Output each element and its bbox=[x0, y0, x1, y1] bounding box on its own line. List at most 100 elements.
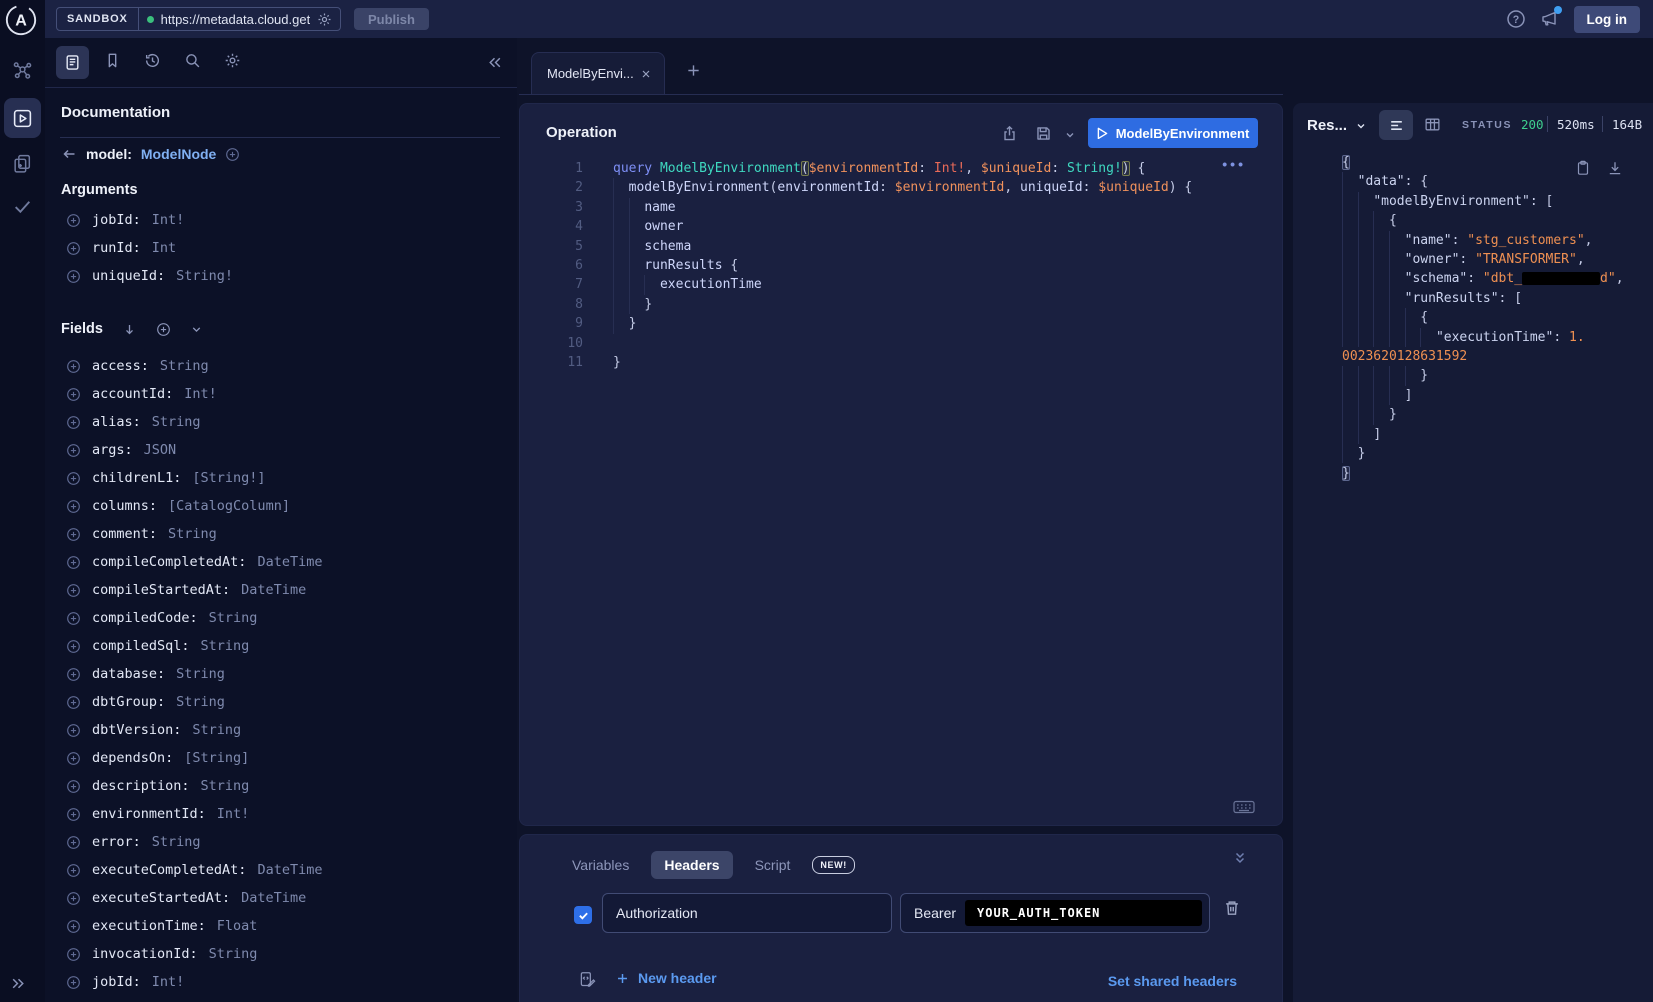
save-dropdown-chevron-icon[interactable] bbox=[1064, 129, 1076, 141]
sidebar-item-explorer[interactable] bbox=[4, 98, 41, 138]
add-field-icon[interactable] bbox=[66, 499, 81, 514]
add-field-icon[interactable] bbox=[66, 555, 81, 570]
add-field-icon[interactable] bbox=[66, 611, 81, 626]
collections-icon[interactable] bbox=[12, 153, 33, 174]
table-view-icon[interactable] bbox=[1424, 116, 1441, 133]
tab-variables[interactable]: Variables bbox=[572, 857, 629, 873]
expand-panel-icon[interactable] bbox=[10, 975, 27, 992]
help-icon[interactable]: ? bbox=[1506, 9, 1526, 29]
add-field-icon[interactable] bbox=[66, 471, 81, 486]
collapse-bottom-chevrons-icon[interactable] bbox=[1232, 850, 1248, 866]
add-field-icon[interactable] bbox=[66, 835, 81, 850]
publish-button[interactable]: Publish bbox=[354, 8, 429, 30]
argument-row[interactable]: jobId:Int! bbox=[45, 206, 517, 234]
field-row[interactable]: dbtVersion:String bbox=[45, 716, 517, 744]
endpoint-group[interactable]: SANDBOX https://metadata.cloud.get bbox=[56, 7, 341, 31]
tab-docs[interactable] bbox=[56, 46, 89, 79]
add-field-icon[interactable] bbox=[66, 583, 81, 598]
graph-icon[interactable] bbox=[12, 60, 33, 81]
keyboard-shortcuts-icon[interactable] bbox=[1233, 799, 1255, 815]
pretty-view-toggle[interactable] bbox=[1379, 110, 1413, 140]
search-icon[interactable] bbox=[184, 52, 201, 69]
tab-script[interactable]: Script bbox=[755, 857, 791, 873]
add-field-icon[interactable] bbox=[66, 527, 81, 542]
edit-json-icon[interactable] bbox=[579, 971, 596, 988]
add-field-icon[interactable] bbox=[66, 723, 81, 738]
login-button[interactable]: Log in bbox=[1574, 6, 1641, 33]
field-row[interactable]: executionTime:Float bbox=[45, 912, 517, 940]
argument-row[interactable]: runId:Int bbox=[45, 234, 517, 262]
bookmark-icon[interactable] bbox=[104, 52, 121, 69]
field-row[interactable]: columns:[CatalogColumn] bbox=[45, 492, 517, 520]
header-enabled-checkbox[interactable] bbox=[574, 906, 592, 924]
add-field-icon[interactable] bbox=[66, 947, 81, 962]
chevron-down-icon[interactable] bbox=[190, 323, 203, 336]
apollo-logo[interactable]: A bbox=[4, 3, 38, 37]
add-field-icon[interactable] bbox=[66, 443, 81, 458]
add-field-icon[interactable] bbox=[66, 863, 81, 878]
add-field-icon[interactable] bbox=[66, 213, 81, 228]
field-row[interactable]: compileCompletedAt:DateTime bbox=[45, 548, 517, 576]
field-row[interactable]: jobId:Int! bbox=[45, 968, 517, 996]
field-row[interactable]: accountId:Int! bbox=[45, 380, 517, 408]
tab-headers[interactable]: Headers bbox=[651, 851, 732, 879]
field-row[interactable]: alias:String bbox=[45, 408, 517, 436]
field-row[interactable]: childrenL1:[String!] bbox=[45, 464, 517, 492]
field-row[interactable]: dbtGroup:String bbox=[45, 688, 517, 716]
new-tab-icon[interactable] bbox=[686, 63, 701, 78]
endpoint-url-input[interactable]: https://metadata.cloud.get bbox=[139, 8, 341, 30]
checklist-icon[interactable] bbox=[12, 196, 33, 217]
add-all-fields-icon[interactable] bbox=[156, 322, 171, 337]
field-row[interactable]: args:JSON bbox=[45, 436, 517, 464]
add-field-icon[interactable] bbox=[66, 695, 81, 710]
set-shared-headers-link[interactable]: Set shared headers bbox=[1108, 973, 1237, 989]
add-circle-icon[interactable] bbox=[225, 147, 240, 162]
add-field-icon[interactable] bbox=[66, 241, 81, 256]
endpoint-settings-gear-icon[interactable] bbox=[317, 12, 332, 27]
ellipsis-menu-icon[interactable]: ••• bbox=[1222, 156, 1246, 172]
operation-tab[interactable]: ModelByEnvi... bbox=[531, 52, 665, 94]
field-row[interactable]: compileStartedAt:DateTime bbox=[45, 576, 517, 604]
add-field-icon[interactable] bbox=[66, 415, 81, 430]
add-field-icon[interactable] bbox=[66, 919, 81, 934]
field-row[interactable]: database:String bbox=[45, 660, 517, 688]
field-row[interactable]: description:String bbox=[45, 772, 517, 800]
add-field-icon[interactable] bbox=[66, 667, 81, 682]
delete-header-trash-icon[interactable] bbox=[1223, 899, 1241, 917]
close-tab-icon[interactable] bbox=[640, 68, 652, 80]
add-field-icon[interactable] bbox=[66, 639, 81, 654]
add-field-icon[interactable] bbox=[66, 779, 81, 794]
field-row[interactable]: comment:String bbox=[45, 520, 517, 548]
share-icon[interactable] bbox=[1001, 125, 1018, 142]
new-header-button[interactable]: New header bbox=[616, 970, 717, 986]
response-title-dropdown[interactable]: Res... bbox=[1307, 117, 1367, 134]
field-row[interactable]: invocationId:String bbox=[45, 940, 517, 968]
add-field-icon[interactable] bbox=[66, 975, 81, 990]
field-row[interactable]: executeStartedAt:DateTime bbox=[45, 884, 517, 912]
field-row[interactable]: executeCompletedAt:DateTime bbox=[45, 856, 517, 884]
breadcrumb-type[interactable]: ModelNode bbox=[141, 146, 216, 162]
megaphone-icon[interactable] bbox=[1540, 9, 1560, 29]
add-field-icon[interactable] bbox=[66, 751, 81, 766]
add-field-icon[interactable] bbox=[66, 269, 81, 284]
settings-gear-icon[interactable] bbox=[224, 52, 241, 69]
argument-row[interactable]: uniqueId:String! bbox=[45, 262, 517, 290]
download-response-icon[interactable] bbox=[1607, 160, 1623, 176]
back-arrow-icon[interactable] bbox=[61, 146, 77, 162]
header-key-input[interactable]: Authorization bbox=[602, 893, 892, 933]
sort-icon[interactable] bbox=[122, 322, 137, 337]
run-operation-button[interactable]: ModelByEnvironment bbox=[1088, 118, 1258, 148]
field-row[interactable]: environmentId:Int! bbox=[45, 800, 517, 828]
header-value-input[interactable]: Bearer YOUR_AUTH_TOKEN bbox=[900, 893, 1210, 933]
save-icon[interactable] bbox=[1035, 125, 1052, 142]
add-field-icon[interactable] bbox=[66, 807, 81, 822]
graphql-editor[interactable]: 1query ModelByEnvironment($environmentId… bbox=[520, 159, 1192, 372]
add-field-icon[interactable] bbox=[66, 359, 81, 374]
history-icon[interactable] bbox=[144, 52, 161, 69]
add-field-icon[interactable] bbox=[66, 387, 81, 402]
copy-response-icon[interactable] bbox=[1575, 160, 1591, 176]
field-row[interactable]: dependsOn:[String] bbox=[45, 744, 517, 772]
field-row[interactable]: compiledSql:String bbox=[45, 632, 517, 660]
add-field-icon[interactable] bbox=[66, 891, 81, 906]
field-row[interactable]: access:String bbox=[45, 352, 517, 380]
